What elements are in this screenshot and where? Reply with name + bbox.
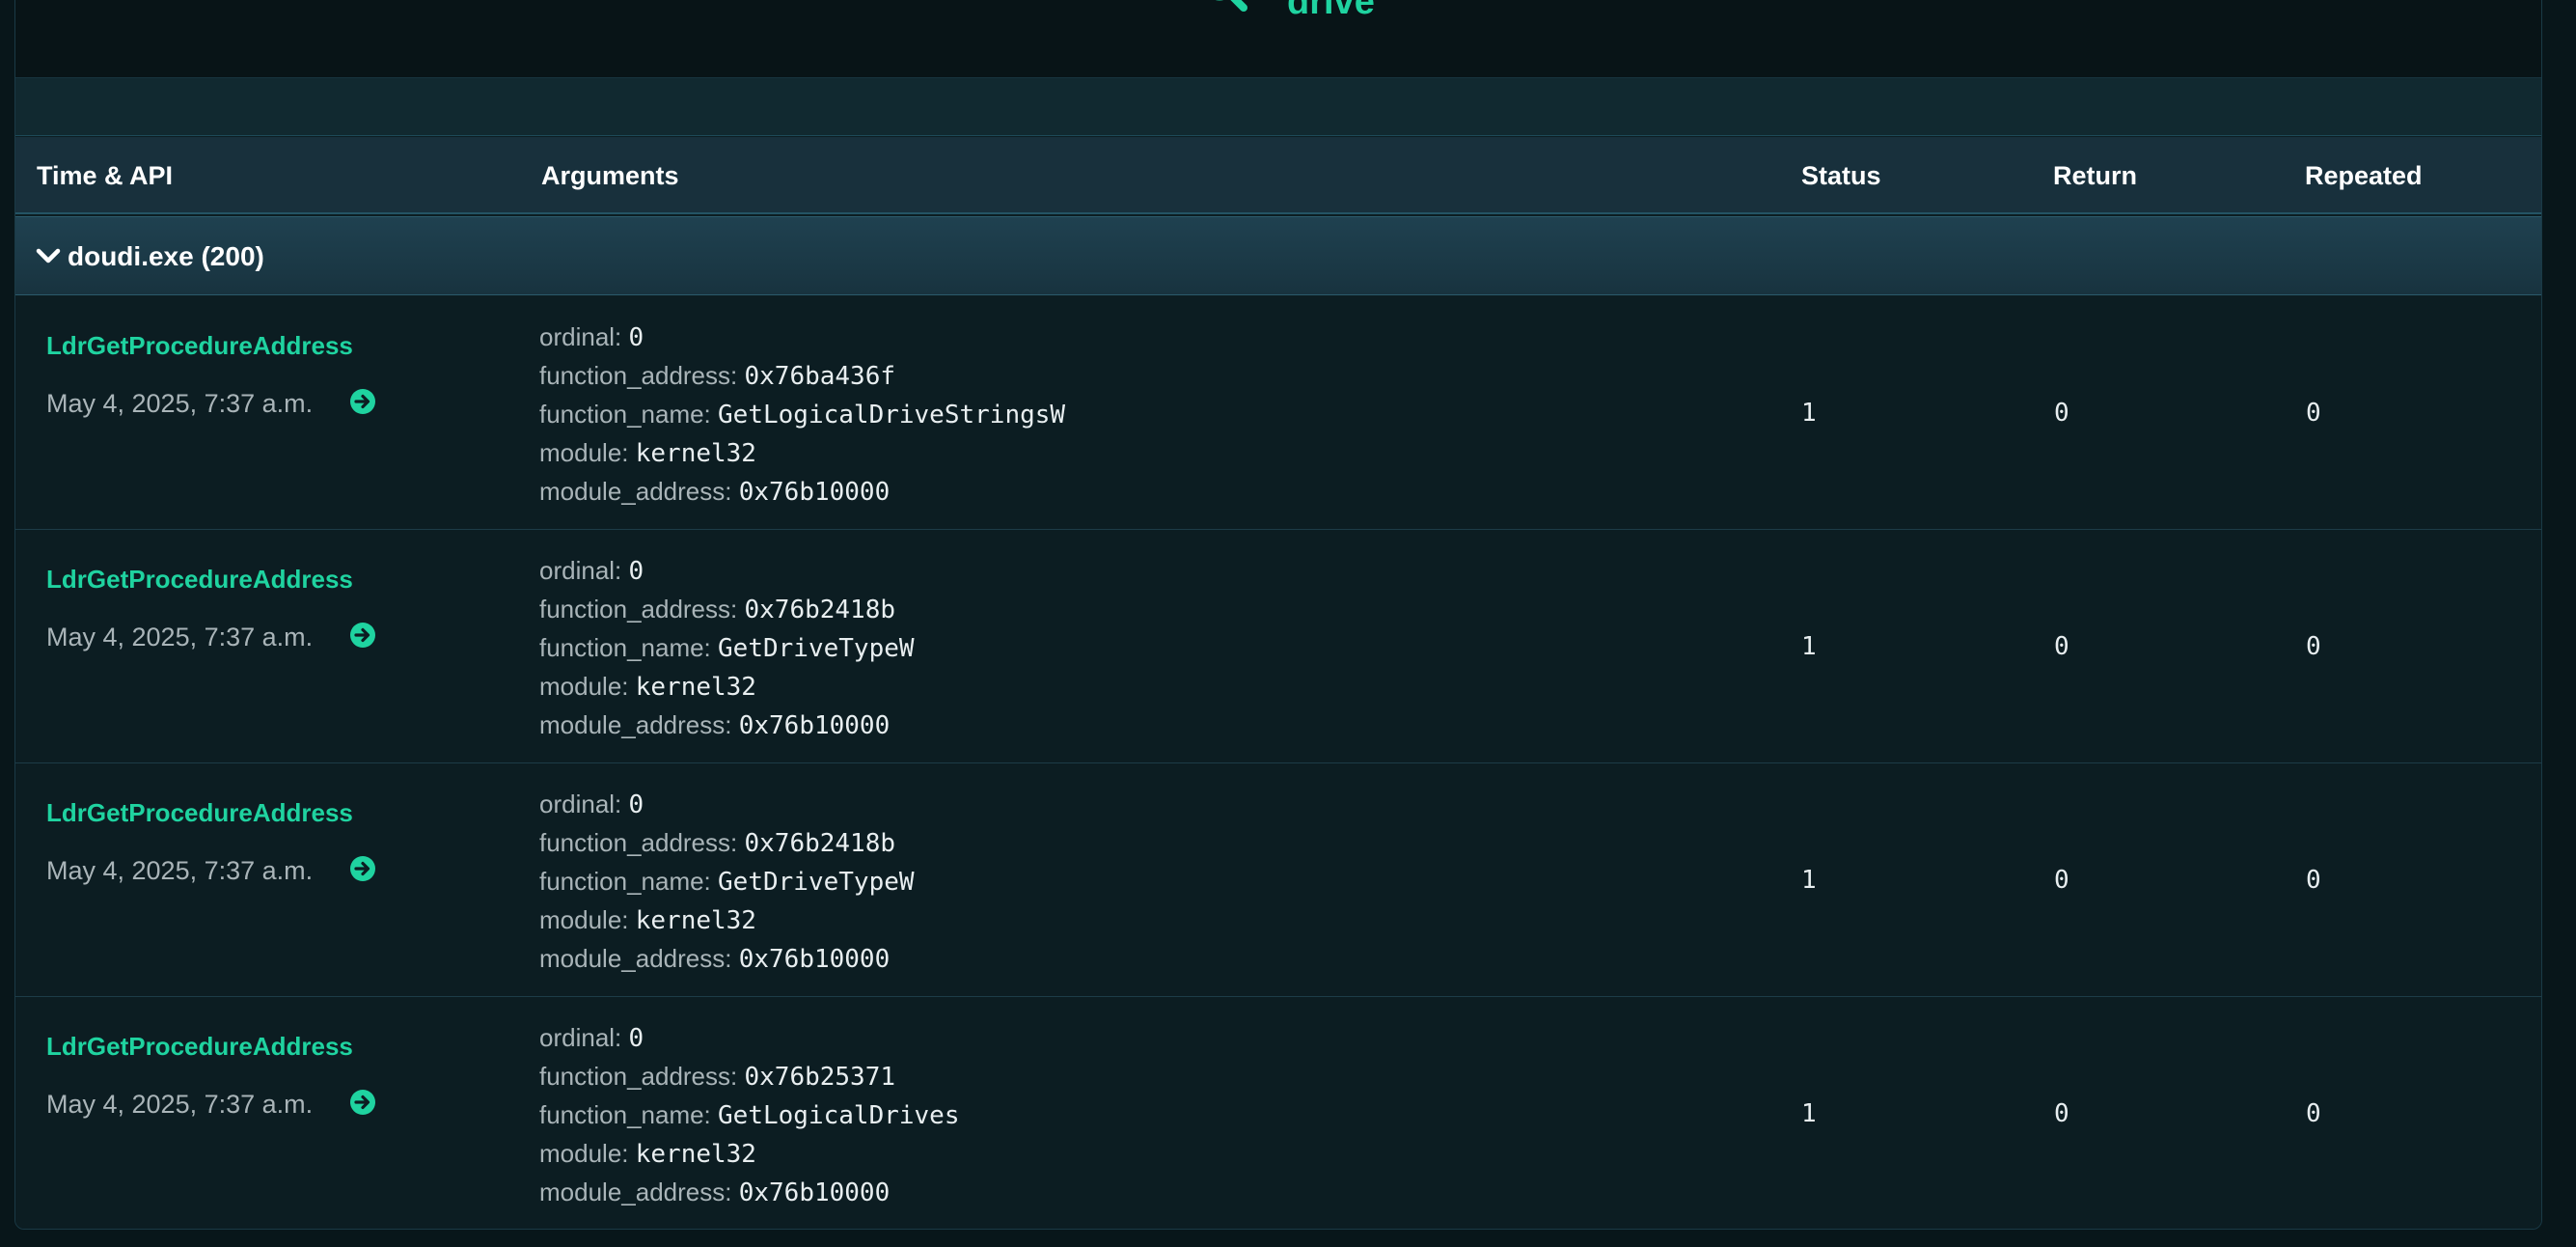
argument-function-name: function_name: GetLogicalDrives xyxy=(539,1100,960,1130)
argument-module: module: kernel32 xyxy=(539,905,756,935)
page: drive Time & API Arguments Status Return… xyxy=(0,0,2576,1247)
status-value: 1 xyxy=(1801,632,1817,661)
arrow-right-circle-icon[interactable] xyxy=(348,621,377,650)
column-header-return: Return xyxy=(2053,161,2137,190)
return-value: 0 xyxy=(2054,866,2069,895)
table-row: LdrGetProcedureAddress May 4, 2025, 7:37… xyxy=(15,763,2541,997)
argument-list: ordinal: 0 function_address: 0x76b2418b … xyxy=(539,785,915,978)
argument-ordinal: ordinal: 0 xyxy=(539,556,644,586)
toolbar-band xyxy=(15,78,2541,136)
argument-module-address: module_address: 0x76b10000 xyxy=(539,477,891,507)
table-header: Time & API Arguments Status Return Repea… xyxy=(15,137,2541,214)
api-timestamp: May 4, 2025, 7:37 a.m. xyxy=(46,1090,314,1119)
column-header-arguments: Arguments xyxy=(541,161,679,190)
api-name: LdrGetProcedureAddress xyxy=(46,565,353,594)
column-header-time-api: Time & API xyxy=(37,161,174,190)
api-name: LdrGetProcedureAddress xyxy=(46,331,353,360)
api-name: LdrGetProcedureAddress xyxy=(46,1032,353,1061)
process-group-label: doudi.exe (200) xyxy=(68,241,264,271)
search-term: drive xyxy=(1287,0,1375,22)
argument-module-address: module_address: 0x76b10000 xyxy=(539,710,891,740)
argument-module: module: kernel32 xyxy=(539,1139,756,1169)
argument-ordinal: ordinal: 0 xyxy=(539,790,644,819)
argument-list: ordinal: 0 function_address: 0x76b2418b … xyxy=(539,551,915,744)
search-icon xyxy=(1215,0,1247,12)
return-value: 0 xyxy=(2054,632,2069,661)
argument-function-name: function_name: GetDriveTypeW xyxy=(539,867,915,897)
table-row: LdrGetProcedureAddress May 4, 2025, 7:37… xyxy=(15,296,2541,530)
status-value: 1 xyxy=(1801,399,1817,428)
return-value: 0 xyxy=(2054,1099,2069,1128)
status-value: 1 xyxy=(1801,866,1817,895)
arrow-right-circle-icon[interactable] xyxy=(348,854,377,883)
argument-ordinal: ordinal: 0 xyxy=(539,322,644,352)
column-header-status: Status xyxy=(1801,161,1881,190)
argument-list: ordinal: 0 function_address: 0x76ba436f … xyxy=(539,318,1065,511)
table-row: LdrGetProcedureAddress May 4, 2025, 7:37… xyxy=(15,997,2541,1229)
chevron-down-icon[interactable] xyxy=(35,242,62,269)
argument-list: ordinal: 0 function_address: 0x76b25371 … xyxy=(539,1018,959,1211)
api-name: LdrGetProcedureAddress xyxy=(46,798,353,827)
repeated-value: 0 xyxy=(2306,632,2321,661)
arrow-right-circle-icon[interactable] xyxy=(348,1088,377,1117)
column-header-repeated: Repeated xyxy=(2305,161,2423,190)
argument-function-address: function_address: 0x76b2418b xyxy=(539,828,896,858)
repeated-value: 0 xyxy=(2306,399,2321,428)
process-group-toggle[interactable]: doudi.exe (200) xyxy=(15,216,2541,295)
argument-module: module: kernel32 xyxy=(539,672,756,702)
api-timestamp: May 4, 2025, 7:37 a.m. xyxy=(46,623,314,651)
argument-function-address: function_address: 0x76b25371 xyxy=(539,1062,896,1092)
table-row: LdrGetProcedureAddress May 4, 2025, 7:37… xyxy=(15,530,2541,763)
api-call-rows: LdrGetProcedureAddress May 4, 2025, 7:37… xyxy=(15,296,2541,1229)
argument-module-address: module_address: 0x76b10000 xyxy=(539,944,891,974)
argument-ordinal: ordinal: 0 xyxy=(539,1023,644,1053)
api-calls-panel: drive Time & API Arguments Status Return… xyxy=(14,0,2542,1230)
argument-function-address: function_address: 0x76ba436f xyxy=(539,361,896,391)
argument-module-address: module_address: 0x76b10000 xyxy=(539,1178,891,1207)
argument-function-name: function_name: GetLogicalDriveStringsW xyxy=(539,400,1066,430)
argument-function-address: function_address: 0x76b2418b xyxy=(539,595,896,624)
repeated-value: 0 xyxy=(2306,1099,2321,1128)
argument-module: module: kernel32 xyxy=(539,438,756,468)
search-header: drive xyxy=(15,0,2541,78)
api-timestamp: May 4, 2025, 7:37 a.m. xyxy=(46,856,314,885)
api-timestamp: May 4, 2025, 7:37 a.m. xyxy=(46,389,314,418)
repeated-value: 0 xyxy=(2306,866,2321,895)
status-value: 1 xyxy=(1801,1099,1817,1128)
argument-function-name: function_name: GetDriveTypeW xyxy=(539,633,915,663)
arrow-right-circle-icon[interactable] xyxy=(348,387,377,416)
return-value: 0 xyxy=(2054,399,2069,428)
